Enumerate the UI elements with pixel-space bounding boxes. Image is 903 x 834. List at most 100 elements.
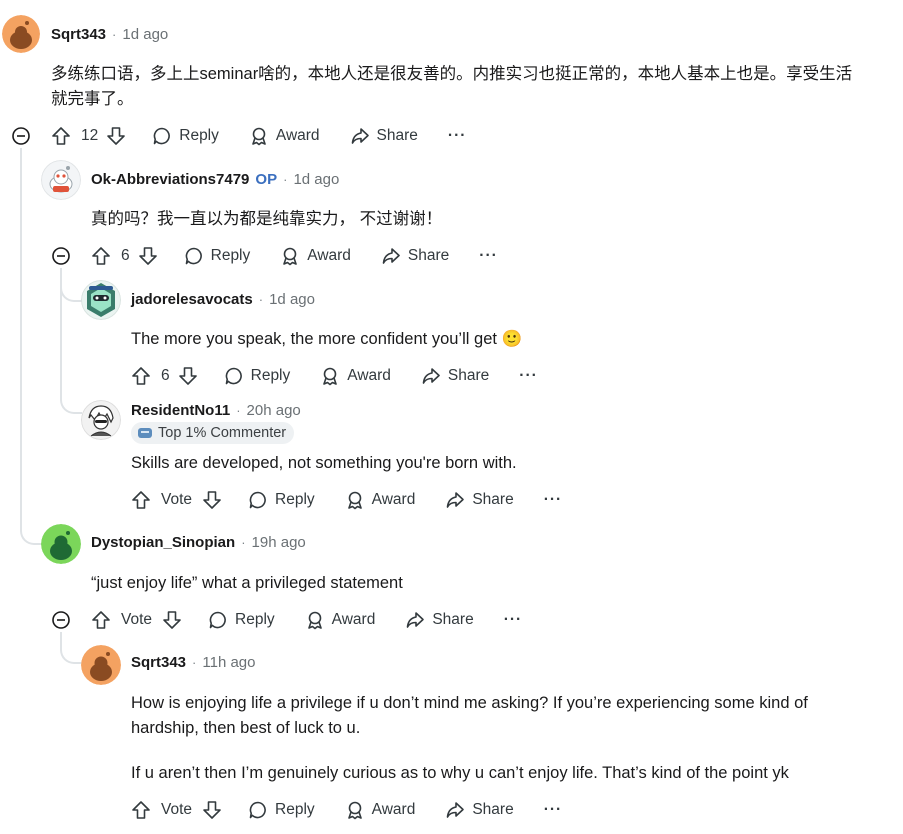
timestamp[interactable]: 1d ago: [293, 171, 339, 188]
upvote-icon[interactable]: [51, 126, 71, 146]
collapse-button[interactable]: [11, 126, 31, 146]
upvote-icon[interactable]: [131, 800, 151, 820]
collapse-icon: [12, 127, 30, 145]
more-options-button[interactable]: ···: [544, 801, 563, 819]
reply-button[interactable]: Reply: [248, 800, 315, 820]
award-button[interactable]: Award: [345, 490, 415, 510]
award-button[interactable]: Award: [320, 366, 391, 386]
reply-button[interactable]: Reply: [248, 490, 315, 510]
avatar[interactable]: [2, 15, 40, 53]
share-button[interactable]: Share: [445, 490, 514, 510]
reply-icon: [249, 801, 266, 819]
timestamp[interactable]: 19h ago: [252, 534, 306, 551]
award-button[interactable]: Award: [305, 610, 376, 630]
vote-count: 12: [81, 127, 99, 144]
share-icon: [447, 802, 465, 818]
downvote-icon[interactable]: [202, 490, 222, 510]
comment-body: “just enjoy life” what a privileged stat…: [91, 571, 891, 596]
avatar[interactable]: [81, 280, 121, 320]
share-button[interactable]: Share: [405, 610, 474, 630]
award-icon: [347, 491, 362, 510]
collapse-button[interactable]: [51, 246, 71, 266]
comment-text: 多练练口语，多上上seminar啥的，本地人还是很友善的。内推实习也挺正常的，本…: [51, 65, 853, 83]
comment-header: Dystopian_Sinopian · 19h ago: [91, 531, 306, 553]
collapse-button[interactable]: [51, 610, 71, 630]
op-badge: OP: [255, 170, 278, 188]
comment-text: 就完事了。: [51, 90, 134, 108]
thread-curve-sqrt-reply: [60, 632, 82, 664]
timestamp[interactable]: 11h ago: [202, 654, 255, 671]
avatar[interactable]: [81, 400, 121, 440]
timestamp[interactable]: 1d ago: [122, 26, 168, 43]
more-icon: ···: [479, 247, 498, 264]
share-button[interactable]: Share: [421, 366, 489, 386]
separator-dot: ·: [241, 534, 246, 550]
upvote-icon[interactable]: [131, 490, 151, 510]
share-button[interactable]: Share: [445, 800, 514, 820]
more-options-button[interactable]: ···: [479, 247, 498, 265]
more-options-button[interactable]: ···: [504, 611, 523, 629]
share-button[interactable]: Share: [350, 126, 418, 146]
reply-button[interactable]: Reply: [152, 126, 219, 146]
comment-text: 真的吗？我一直以为都是纯靠实力， 不过谢谢！: [91, 210, 443, 228]
comment-actions: Vote Reply Award Share ···: [131, 797, 592, 823]
reply-label: Reply: [250, 367, 291, 384]
comment-actions: Vote Reply Award Share ···: [131, 487, 592, 513]
upvote-icon[interactable]: [131, 366, 151, 386]
reply-label: Reply: [179, 127, 219, 144]
downvote-icon[interactable]: [202, 800, 222, 820]
timestamp[interactable]: 20h ago: [247, 402, 301, 419]
comment-actions: 6 Reply Award Share ···: [91, 243, 528, 269]
author-name[interactable]: jadorelesavocats: [131, 291, 253, 308]
share-icon: [407, 612, 425, 628]
reply-button[interactable]: Reply: [184, 246, 250, 266]
separator-dot: ·: [258, 291, 264, 307]
more-options-button[interactable]: ···: [544, 491, 563, 509]
top-commenter-badge: Top 1% Commenter: [131, 422, 295, 444]
avatar[interactable]: [81, 645, 121, 685]
vote-label: Vote: [161, 801, 193, 818]
share-label: Share: [376, 127, 418, 144]
avatar[interactable]: [41, 524, 81, 564]
vote-label: Vote: [121, 611, 153, 628]
award-button[interactable]: Award: [249, 126, 320, 146]
award-label: Award: [347, 367, 391, 384]
vote-group: Vote: [91, 610, 182, 630]
author-name[interactable]: Sqrt343: [51, 26, 106, 43]
downvote-icon[interactable]: [138, 246, 158, 266]
award-label: Award: [331, 611, 376, 628]
author-name[interactable]: Sqrt343: [131, 654, 186, 671]
award-button[interactable]: Award: [345, 800, 415, 820]
timestamp[interactable]: 1d ago: [269, 291, 315, 308]
author-name[interactable]: Ok-Abbreviations7479: [91, 171, 249, 188]
author-name[interactable]: Dystopian_Sinopian: [91, 534, 235, 551]
share-icon: [351, 128, 369, 144]
comment-body: Skills are developed, not something you'…: [131, 451, 891, 476]
separator-dot: ·: [192, 654, 197, 670]
award-button[interactable]: Award: [280, 246, 351, 266]
upvote-icon[interactable]: [91, 610, 111, 630]
more-options-button[interactable]: ···: [448, 127, 467, 145]
award-label: Award: [307, 247, 351, 264]
share-button[interactable]: Share: [381, 246, 449, 266]
badge-icon: [138, 428, 152, 438]
avatar[interactable]: [41, 160, 81, 200]
reply-button[interactable]: Reply: [224, 366, 291, 386]
downvote-icon[interactable]: [162, 610, 182, 630]
reply-icon: [209, 611, 226, 629]
reply-button[interactable]: Reply: [208, 610, 275, 630]
vote-group: Vote: [131, 800, 222, 820]
share-icon: [382, 248, 400, 264]
more-options-button[interactable]: ···: [519, 367, 538, 385]
reply-icon: [153, 127, 171, 145]
vote-group: 6: [131, 366, 198, 386]
downvote-icon[interactable]: [106, 126, 126, 146]
reply-label: Reply: [235, 611, 275, 628]
more-icon: ···: [503, 611, 523, 628]
share-label: Share: [432, 611, 474, 628]
downvote-icon[interactable]: [178, 366, 198, 386]
author-name[interactable]: ResidentNo11: [131, 402, 230, 419]
upvote-icon[interactable]: [91, 246, 111, 266]
comment-text: “just enjoy life” what a privileged stat…: [91, 574, 403, 592]
comment-header: jadorelesavocats · 1d ago: [131, 288, 315, 310]
